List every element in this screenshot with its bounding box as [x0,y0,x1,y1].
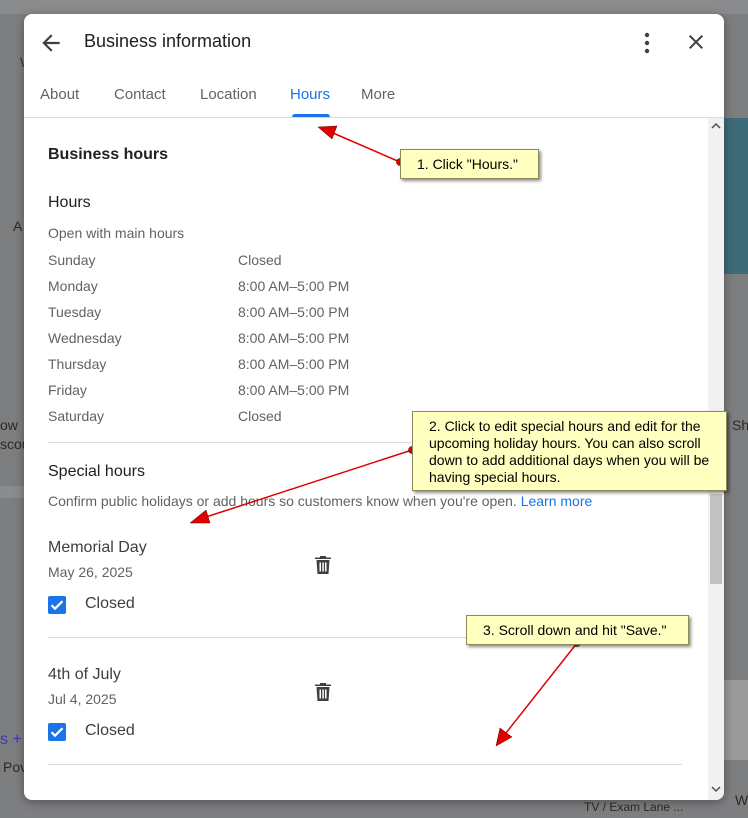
hours-status: Open with main hours [48,225,185,241]
background-band [0,486,24,498]
business-information-dialog: Business information About Contact Locat… [24,14,724,800]
tab-bar: About Contact Location Hours More [24,70,724,118]
day-name: Sunday [48,252,96,268]
special-hours-name: Memorial Day [48,539,147,556]
trash-icon [315,556,331,574]
dialog-title: Business information [84,31,252,51]
close-icon [689,35,703,49]
background-text-exam-lane: TV / Exam Lane ... [584,800,684,814]
tab-contact[interactable]: Contact [114,86,166,103]
checkmark-icon [50,600,64,611]
callout-step-2: 2. Click to edit special hours and edit … [412,411,727,491]
closed-checkbox[interactable] [48,596,66,614]
scroll-up-icon[interactable] [711,121,721,131]
hours-label: Hours [48,194,91,211]
day-hours: 8:00 AM–5:00 PM [238,356,350,372]
closed-checkbox[interactable] [48,723,66,741]
day-name: Tuesday [48,304,102,320]
special-hours-date: Jul 4, 2025 [48,691,117,707]
day-name: Thursday [48,356,107,372]
callout-step-1: 1. Click "Hours." [400,149,539,179]
trash-icon [315,683,331,701]
background-text-w2: W [735,792,748,808]
more-options-button[interactable] [636,30,658,56]
background-thumbnail [722,680,748,760]
day-hours: 8:00 AM–5:00 PM [238,330,350,346]
background-toolbar [0,0,748,14]
day-name: Friday [48,382,87,398]
tab-more[interactable]: More [361,86,395,103]
callout-step-3: 3. Scroll down and hit "Save." [466,615,689,645]
background-text-s-plus: s + [0,731,22,748]
day-name: Saturday [48,408,105,424]
day-hours: Closed [238,252,282,268]
delete-special-hours-button[interactable] [314,555,332,575]
dialog-header: Business information [24,14,724,70]
background-text-sh: Sh [732,417,748,433]
background-text-ow: ow [0,417,18,433]
arrow-back-icon [42,34,60,52]
learn-more-link[interactable]: Learn more [521,493,593,509]
tab-location[interactable]: Location [200,86,257,103]
day-name: Wednesday [48,330,122,346]
closed-checkbox-label: Closed [85,595,135,612]
day-hours: 8:00 AM–5:00 PM [238,278,350,294]
day-hours: 8:00 AM–5:00 PM [238,382,350,398]
business-hours-title: Business hours [48,146,169,163]
background-map [722,118,748,274]
back-button[interactable] [38,30,64,56]
special-hours-description: Confirm public holidays or add hours so … [48,493,593,509]
special-hours-name: 4th of July [48,666,121,683]
entry-divider [48,764,682,765]
close-button[interactable] [684,30,708,54]
special-hours-date: May 26, 2025 [48,564,133,580]
special-hours-title: Special hours [48,463,145,480]
background-text-a: A [13,218,23,234]
closed-checkbox-label: Closed [85,722,135,739]
day-hours: 8:00 AM–5:00 PM [238,304,350,320]
delete-special-hours-button[interactable] [314,682,332,702]
scroll-down-icon[interactable] [711,784,721,794]
tab-hours[interactable]: Hours [290,86,330,103]
day-hours: Closed [238,408,282,424]
checkmark-icon [50,727,64,738]
more-vert-icon [644,32,650,54]
scrollbar-thumb[interactable] [710,494,722,584]
active-tab-indicator [292,114,330,117]
day-name: Monday [48,278,98,294]
tab-about[interactable]: About [40,86,79,103]
